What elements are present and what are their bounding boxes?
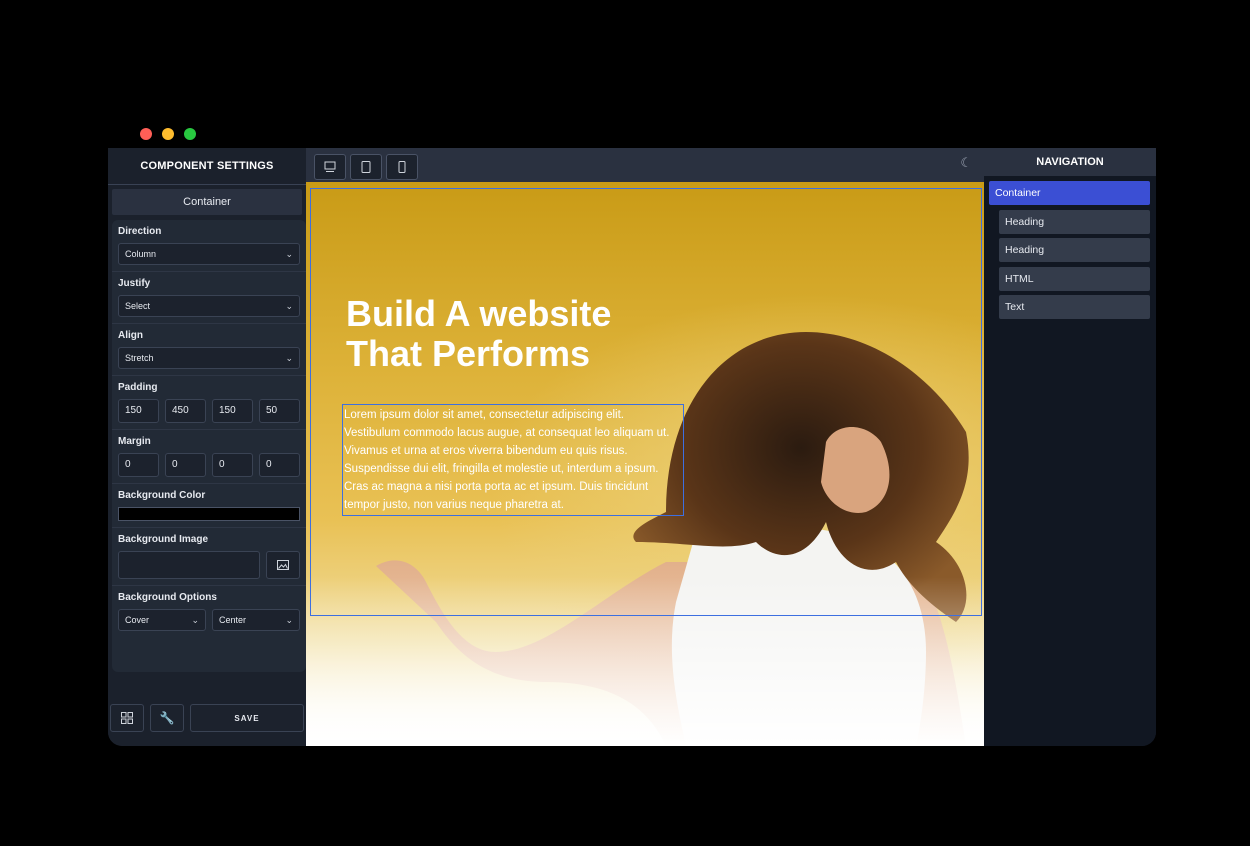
bg-position-select[interactable]: Center ⌄ [212, 609, 300, 631]
grid-icon [121, 712, 133, 724]
nav-item-text[interactable]: Text [999, 295, 1150, 319]
chevron-down-icon: ⌄ [285, 248, 293, 259]
align-select[interactable]: Stretch ⌄ [118, 347, 300, 369]
navigation-tree: Container Heading Heading HTML Text [984, 176, 1156, 319]
navigation-panel: NAVIGATION Container Heading Heading HTM… [984, 148, 1156, 746]
justify-value: Select [125, 301, 151, 311]
bg-color-label: Background Color [118, 490, 206, 501]
moon-icon[interactable]: ☾ [960, 155, 972, 171]
bg-size-select[interactable]: Cover ⌄ [118, 609, 206, 631]
bg-options-label: Background Options [118, 592, 217, 603]
window-controls [140, 128, 196, 140]
nav-item-container[interactable]: Container [989, 181, 1150, 205]
settings-form: Direction Column ⌄ Justify Select ⌄ Alig… [112, 220, 306, 672]
bg-size-value: Cover [125, 615, 150, 625]
bg-position-value: Center [219, 615, 247, 625]
direction-group: Direction Column ⌄ [112, 220, 306, 272]
hero-paragraph[interactable]: Lorem ipsum dolor sit amet, consectetur … [344, 406, 678, 514]
chevron-down-icon: ⌄ [285, 352, 293, 363]
bg-color-swatch[interactable] [118, 507, 300, 521]
chevron-down-icon: ⌄ [285, 300, 293, 311]
tools-button[interactable]: 🔧 [150, 704, 184, 732]
margin-bottom-input[interactable]: 0 [212, 453, 253, 477]
margin-left-input[interactable]: 0 [259, 453, 300, 477]
canvas-toolbar: ☾ [306, 148, 984, 182]
align-group: Align Stretch ⌄ [112, 324, 306, 376]
hero-heading[interactable]: Build A website That Performs [346, 294, 666, 374]
margin-group: Margin 0 0 0 0 [112, 430, 306, 484]
bg-image-input[interactable] [118, 551, 260, 579]
save-button[interactable]: SAVE [190, 704, 304, 732]
bg-options-group: Background Options Cover ⌄ Center ⌄ [112, 586, 306, 637]
margin-right-input[interactable]: 0 [165, 453, 206, 477]
desktop-view-button[interactable] [314, 154, 346, 180]
align-label: Align [118, 330, 143, 341]
margin-top-input[interactable]: 0 [118, 453, 159, 477]
mobile-view-button[interactable] [386, 154, 418, 180]
container-selection-outline [310, 188, 982, 616]
close-dot[interactable] [140, 128, 152, 140]
page-canvas[interactable]: Build A website That Performs Lorem ipsu… [306, 182, 984, 746]
navigation-title: NAVIGATION [984, 148, 1156, 176]
layout-button[interactable] [110, 704, 144, 732]
bg-image-label: Background Image [118, 534, 209, 545]
image-picker-button[interactable] [266, 551, 300, 579]
maximize-dot[interactable] [184, 128, 196, 140]
panel-title: COMPONENT SETTINGS [108, 148, 306, 185]
margin-label: Margin [118, 436, 151, 447]
chevron-down-icon: ⌄ [285, 614, 293, 625]
panel-footer: 🔧 SAVE [110, 704, 304, 732]
justify-label: Justify [118, 278, 151, 289]
builder-app: COMPONENT SETTINGS Container Direction C… [108, 148, 1156, 746]
bg-color-group: Background Color [112, 484, 306, 528]
padding-right-input[interactable]: 450 [165, 399, 206, 423]
padding-left-input[interactable]: 50 [259, 399, 300, 423]
padding-bottom-input[interactable]: 150 [212, 399, 253, 423]
direction-label: Direction [118, 226, 162, 237]
nav-item-heading[interactable]: Heading [999, 209, 1150, 234]
chevron-down-icon: ⌄ [191, 614, 199, 625]
align-value: Stretch [125, 353, 154, 363]
bg-image-group: Background Image [112, 528, 306, 586]
direction-value: Column [125, 249, 157, 259]
direction-select[interactable]: Column ⌄ [118, 243, 300, 265]
padding-group: Padding 150 450 150 50 [112, 376, 306, 430]
wrench-icon: 🔧 [159, 711, 175, 725]
component-settings-panel: COMPONENT SETTINGS Container Direction C… [108, 148, 307, 746]
tablet-icon [361, 161, 371, 173]
desktop-icon [324, 161, 336, 172]
justify-group: Justify Select ⌄ [112, 272, 306, 324]
image-icon [277, 560, 289, 570]
selected-component-label: Container [112, 189, 302, 215]
padding-top-input[interactable]: 150 [118, 399, 159, 423]
padding-label: Padding [118, 382, 158, 393]
justify-select[interactable]: Select ⌄ [118, 295, 300, 317]
tablet-view-button[interactable] [350, 154, 382, 180]
mobile-icon [398, 161, 406, 173]
minimize-dot[interactable] [162, 128, 174, 140]
nav-item-html[interactable]: HTML [999, 266, 1150, 291]
nav-item-heading[interactable]: Heading [999, 238, 1150, 262]
